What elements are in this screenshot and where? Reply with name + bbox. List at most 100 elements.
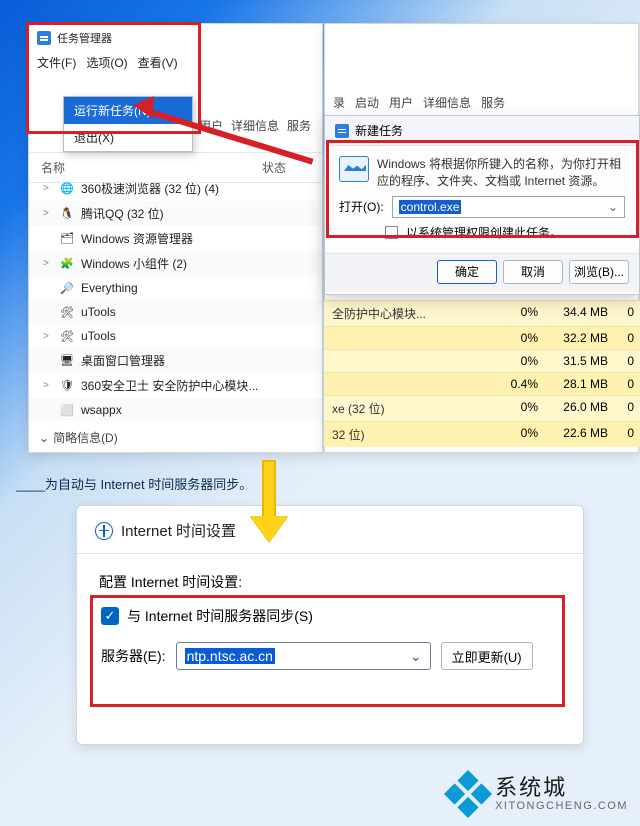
expand-icon[interactable]: >	[43, 331, 53, 342]
task-manager-icon	[37, 31, 51, 45]
expand-icon[interactable]: >	[43, 380, 53, 391]
ok-button[interactable]: 确定	[437, 260, 497, 284]
process-row[interactable]: > 🌐 360极速浏览器 (32 位) (4)	[29, 176, 322, 201]
tab-services[interactable]: 服务	[287, 117, 311, 134]
app-icon: 🔎	[59, 280, 75, 296]
col-name[interactable]: 名称	[41, 159, 262, 176]
open-label: 打开(O):	[339, 198, 384, 215]
app-icon: 🛡	[59, 378, 75, 394]
process-name: uTools	[81, 329, 116, 343]
app-icon: 🐧	[59, 206, 75, 222]
panel-subtitle: 配置 Internet 时间设置:	[99, 572, 565, 592]
right-row[interactable]: 0% 31.5 MB 0	[324, 349, 640, 372]
browse-button[interactable]: 浏览(B)...	[569, 260, 629, 284]
menu-item-exit[interactable]: 退出(X)	[64, 124, 192, 151]
watermark-logo-icon	[444, 770, 492, 818]
process-name: 360安全卫士 安全防护中心模块...	[81, 377, 258, 394]
open-input-value: control.exe	[399, 200, 462, 214]
open-input[interactable]: control.exe ⌄	[392, 196, 625, 218]
task-manager-window: 任务管理器 文件(F) 选项(O) 查看(V) 记 用户 详细信息 服务 运行新…	[28, 23, 323, 453]
tab-services-r[interactable]: 服务	[481, 94, 505, 111]
update-now-button[interactable]: 立即更新(U)	[441, 642, 533, 670]
server-value: ntp.ntsc.ac.cn	[185, 648, 275, 664]
process-row[interactable]: 🛠 uTools	[29, 300, 322, 324]
dialog-title: 新建任务	[355, 122, 403, 139]
dialog-description: Windows 将根据你所键入的名称，为你打开相应的程序、文件夹、文档或 Int…	[377, 156, 625, 190]
watermark-zh: 系统城	[495, 776, 628, 800]
cancel-button[interactable]: 取消	[503, 260, 563, 284]
app-icon: 🗂	[59, 231, 75, 247]
summary-label: 简略信息(D)	[53, 429, 118, 446]
process-row[interactable]: > 🧩 Windows 小组件 (2)	[29, 251, 322, 276]
file-menu-dropdown[interactable]: 运行新任务(N) 退出(X)	[63, 96, 193, 152]
process-name: wsappx	[81, 403, 122, 417]
right-row[interactable]: 0% 32.2 MB 0	[324, 326, 640, 349]
tab-details-r[interactable]: 详细信息	[423, 94, 471, 111]
tab-record-r[interactable]: 录	[333, 94, 345, 111]
internet-time-panel: Internet 时间设置 配置 Internet 时间设置: ✓ 与 Inte…	[76, 505, 584, 745]
process-name: 360极速浏览器 (32 位) (4)	[81, 180, 219, 197]
menu-options[interactable]: 选项(O)	[86, 54, 127, 71]
chevron-down-icon[interactable]: ⌄	[608, 200, 618, 214]
server-label: 服务器(E):	[101, 646, 166, 666]
process-row[interactable]: ⬜ wsappx	[29, 398, 322, 420]
right-process-rows: 全防护中心模块... 0% 34.4 MB 0 0% 32.2 MB 0 0% …	[324, 300, 640, 447]
process-name: Windows 小组件 (2)	[81, 255, 187, 272]
sync-status-text: ____为自动与 Internet 时间服务器同步。	[16, 474, 631, 492]
menu-file[interactable]: 文件(F)	[37, 54, 76, 71]
tab-users[interactable]: 用户	[199, 117, 223, 134]
watermark: 系统城 XITONGCHENG.COM	[451, 776, 628, 812]
process-row[interactable]: > 🛡 360安全卫士 安全防护中心模块...	[29, 373, 322, 398]
expand-icon[interactable]: >	[43, 258, 53, 269]
globe-icon	[95, 522, 113, 540]
tab-details[interactable]: 详细信息	[231, 117, 279, 134]
app-icon: 🧩	[59, 256, 75, 272]
menu-bar[interactable]: 文件(F) 选项(O) 查看(V)	[29, 52, 322, 77]
process-list[interactable]: > 🌐 360极速浏览器 (32 位) (4)> 🐧 腾讯QQ (32 位) 🗂…	[29, 176, 322, 420]
right-row[interactable]: 32 位) 0% 22.6 MB 0	[324, 421, 640, 447]
process-name: Windows 资源管理器	[81, 230, 193, 247]
menu-view[interactable]: 查看(V)	[138, 54, 178, 71]
admin-label: 以系统管理权限创建此任务。	[406, 224, 562, 241]
expand-icon[interactable]: >	[43, 208, 53, 219]
app-icon: 🌐	[59, 181, 75, 197]
right-tabs: 录 启动 用户 详细信息 服务	[325, 24, 638, 118]
dialog-title-bar: 新建任务	[325, 116, 639, 146]
process-row[interactable]: > 🐧 腾讯QQ (32 位)	[29, 201, 322, 226]
expand-icon[interactable]: >	[43, 183, 53, 194]
sync-checkbox[interactable]: ✓	[101, 607, 119, 625]
right-row[interactable]: xe (32 位) 0% 26.0 MB 0	[324, 395, 640, 421]
chevron-down-icon[interactable]: ⌄	[410, 648, 422, 665]
server-combobox[interactable]: ntp.ntsc.ac.cn ⌄	[176, 642, 431, 670]
process-name: 腾讯QQ (32 位)	[81, 205, 164, 222]
tab-startup-r[interactable]: 启动	[355, 94, 379, 111]
tabs-fragment: 记 用户 详细信息 服务	[179, 117, 311, 134]
new-task-dialog: 新建任务 Windows 将根据你所键入的名称，为你打开相应的程序、文件夹、文档…	[324, 115, 640, 295]
app-icon: ⬜	[59, 402, 75, 418]
sync-label: 与 Internet 时间服务器同步(S)	[127, 606, 313, 626]
dialog-icon	[335, 124, 349, 138]
menu-item-new-task[interactable]: 运行新任务(N)	[64, 97, 192, 124]
col-status[interactable]: 状态	[262, 159, 312, 176]
right-row[interactable]: 0.4% 28.1 MB 0	[324, 372, 640, 395]
process-name: 桌面窗口管理器	[81, 352, 165, 369]
summary-toggle[interactable]: ⌄ 简略信息(D)	[39, 429, 118, 446]
process-row[interactable]: 🗂 Windows 资源管理器	[29, 226, 322, 251]
chevron-down-icon: ⌄	[39, 431, 49, 445]
process-row[interactable]: 🖥 桌面窗口管理器	[29, 348, 322, 373]
app-icon: 🛠	[59, 328, 75, 344]
tab-users-r[interactable]: 用户	[389, 94, 413, 111]
panel-title: Internet 时间设置	[121, 520, 236, 541]
app-icon: 🖥	[59, 353, 75, 369]
app-icon: 🛠	[59, 304, 75, 320]
process-name: uTools	[81, 305, 116, 319]
window-title-bar: 任务管理器	[29, 24, 322, 52]
right-row[interactable]: 全防护中心模块... 0% 34.4 MB 0	[324, 300, 640, 326]
process-name: Everything	[81, 281, 138, 295]
watermark-en: XITONGCHENG.COM	[495, 800, 628, 812]
admin-checkbox[interactable]	[385, 226, 398, 239]
window-title: 任务管理器	[57, 30, 112, 46]
process-row[interactable]: > 🛠 uTools	[29, 324, 322, 348]
run-icon	[339, 156, 369, 182]
process-row[interactable]: 🔎 Everything	[29, 276, 322, 300]
